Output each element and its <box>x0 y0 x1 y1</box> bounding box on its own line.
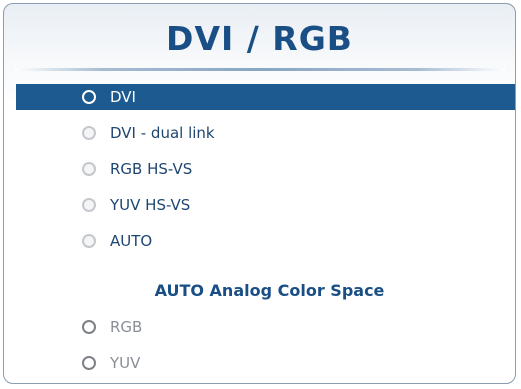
option-color-space-rgb[interactable]: RGB <box>16 314 515 340</box>
option-yuv-hs-vs[interactable]: YUV HS-VS <box>16 192 515 218</box>
option-dvi[interactable]: DVI <box>16 84 515 110</box>
radio-icon[interactable] <box>82 320 96 334</box>
dvi-rgb-panel: DVI / RGB DVI DVI - dual link RGB HS-VS … <box>3 3 516 384</box>
option-label: YUV HS-VS <box>110 196 191 214</box>
color-space-heading: AUTO Analog Color Space <box>154 281 385 300</box>
option-dvi-dual-link[interactable]: DVI - dual link <box>16 120 515 146</box>
option-label: AUTO <box>110 232 153 250</box>
option-color-space-yuv[interactable]: YUV <box>16 350 515 376</box>
radio-icon[interactable] <box>82 162 96 176</box>
option-label: RGB <box>110 318 143 336</box>
radio-icon[interactable] <box>82 90 96 104</box>
option-label: DVI <box>110 88 136 106</box>
radio-icon[interactable] <box>82 356 96 370</box>
radio-icon[interactable] <box>82 234 96 248</box>
option-rgb-hs-vs[interactable]: RGB HS-VS <box>16 156 515 182</box>
option-label: RGB HS-VS <box>110 160 193 178</box>
option-label: YUV <box>110 354 141 372</box>
panel-title: DVI / RGB <box>166 19 353 58</box>
option-label: DVI - dual link <box>110 124 215 142</box>
radio-icon[interactable] <box>82 198 96 212</box>
option-auto[interactable]: AUTO <box>16 228 515 254</box>
title-divider <box>14 68 505 71</box>
radio-icon[interactable] <box>82 126 96 140</box>
